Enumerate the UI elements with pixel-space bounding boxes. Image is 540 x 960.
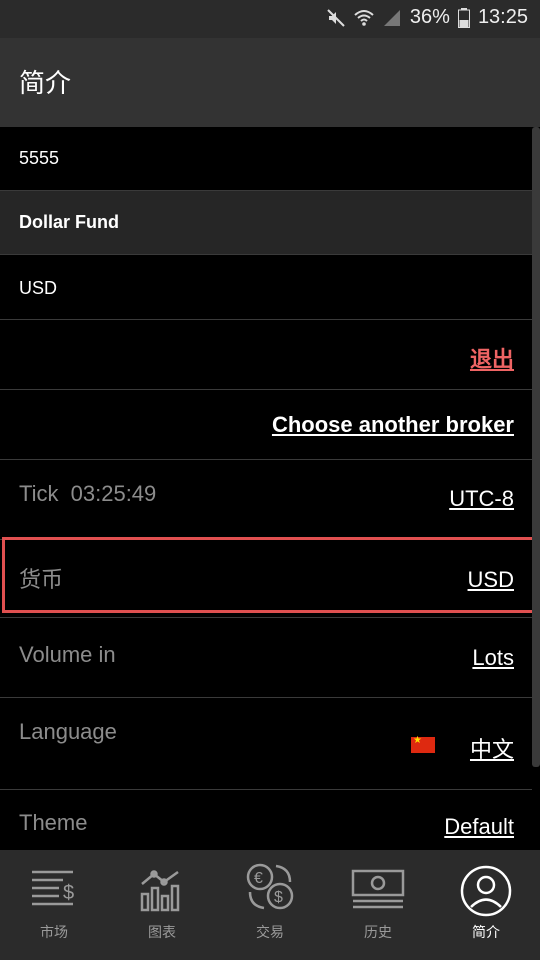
account-currency: USD (19, 278, 58, 298)
battery-icon (457, 7, 470, 28)
svg-text:€: € (254, 870, 263, 887)
timezone-link[interactable]: UTC-8 (449, 486, 514, 512)
account-name-row: Dollar Fund (0, 191, 532, 255)
volume-row: Volume in Lots (0, 618, 532, 698)
theme-link[interactable]: Default (444, 814, 514, 840)
page-title: 简介 (19, 68, 72, 98)
tick-label-text: Tick (19, 481, 59, 506)
theme-label: Theme (19, 810, 88, 835)
logout-row: 退出 (0, 320, 532, 390)
currency-row: 货币 USD (0, 540, 532, 618)
mute-icon (327, 8, 345, 27)
svg-text:$: $ (274, 889, 283, 906)
account-number-row: 5555 (0, 127, 532, 191)
nav-item-market[interactable]: $ 市场 (0, 850, 108, 960)
bottom-nav: $ 市场 图表 € $ 交易 历史 简介 (0, 850, 540, 960)
nav-label-chart: 图表 (148, 924, 176, 940)
nav-item-profile[interactable]: 简介 (432, 850, 540, 960)
profile-settings-list[interactable]: 5555 Dollar Fund USD 退出 Choose another b… (0, 127, 532, 860)
logout-link[interactable]: 退出 (470, 342, 514, 374)
currency-label: 货币 (19, 567, 64, 592)
currency-link[interactable]: USD (468, 567, 514, 593)
account-currency-row: USD (0, 255, 532, 320)
market-icon: $ (32, 870, 74, 906)
nav-label-trade: 交易 (256, 924, 284, 940)
nav-label-market: 市场 (40, 924, 68, 940)
tick-row: Tick 03:25:49 UTC-8 (0, 460, 532, 540)
choose-broker-link[interactable]: Choose another broker (272, 412, 514, 438)
profile-icon (460, 865, 512, 917)
china-flag-icon: ★ (411, 735, 435, 753)
svg-text:$: $ (63, 882, 74, 904)
tick-time: 03:25:49 (70, 481, 157, 506)
nav-item-chart[interactable]: 图表 (108, 850, 216, 960)
tick-label: Tick 03:25:49 (19, 481, 156, 507)
history-icon (351, 869, 405, 909)
volume-unit-link[interactable]: Lots (472, 645, 514, 671)
nav-item-history[interactable]: 历史 (324, 850, 432, 960)
battery-percent: 36% (409, 6, 450, 28)
status-time: 13:25 (477, 6, 528, 28)
choose-broker-row: Choose another broker (0, 390, 532, 460)
nav-label-profile: 简介 (472, 924, 500, 940)
language-link[interactable]: 中文 (470, 732, 514, 764)
app-header: 简介 (0, 38, 540, 127)
language-row: Language ★ 中文 (0, 698, 532, 790)
account-number: 5555 (19, 148, 60, 168)
nav-label-history: 历史 (364, 924, 392, 940)
status-icons: 36% 13:25 (326, 6, 528, 29)
chart-icon (140, 870, 180, 912)
language-label: Language (19, 719, 117, 744)
volume-label: Volume in (19, 642, 116, 667)
status-bar: 36% 13:25 (0, 0, 540, 38)
wifi-icon (354, 9, 374, 26)
signal-icon (383, 9, 400, 26)
nav-item-trade[interactable]: € $ 交易 (216, 850, 324, 960)
exchange-icon: € $ (246, 863, 294, 910)
account-name: Dollar Fund (19, 212, 119, 232)
scrollbar[interactable] (532, 127, 540, 767)
